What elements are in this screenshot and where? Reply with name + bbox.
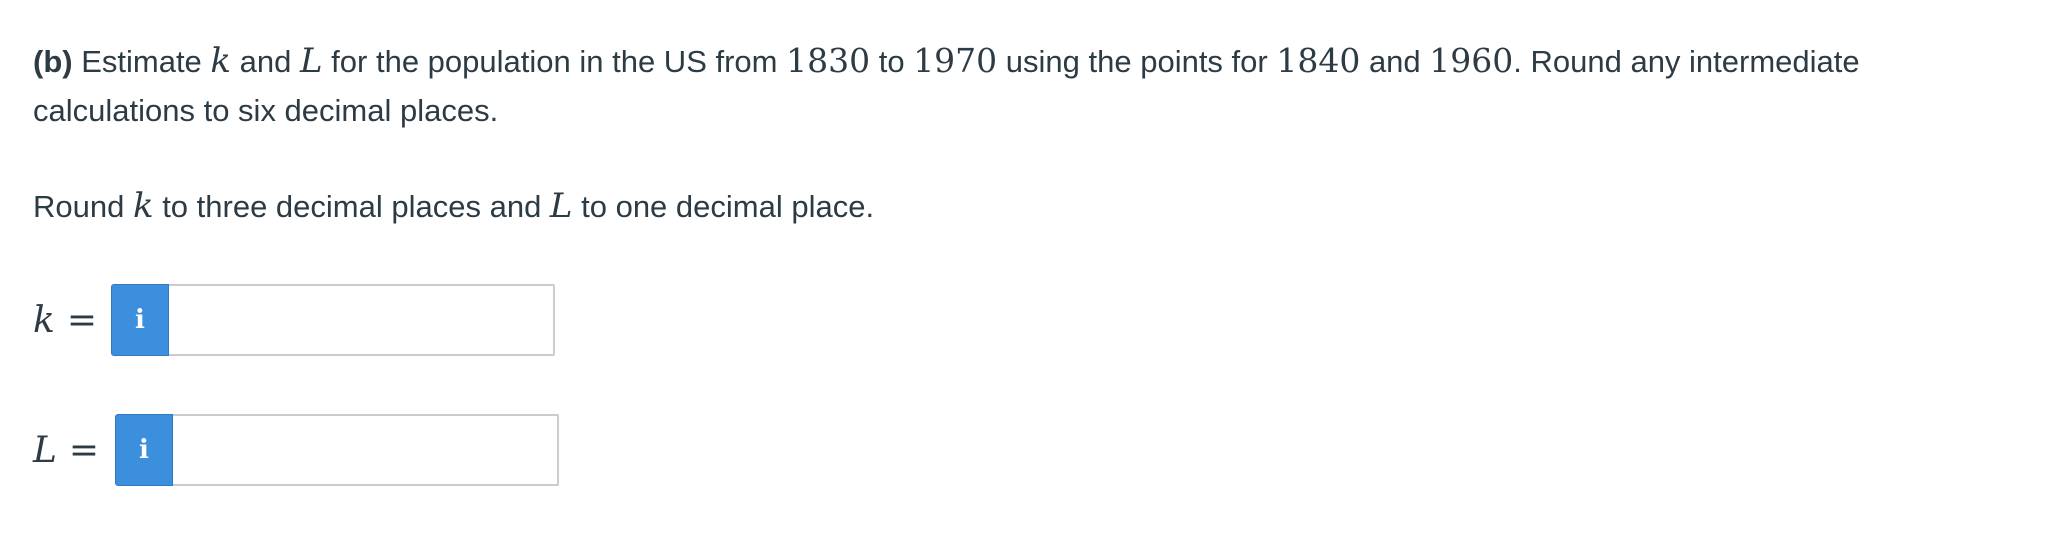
variable-name: k [33,299,55,341]
math-year: 1960 [1429,41,1514,80]
equals-sign: = [66,299,97,341]
equals-sign: = [68,429,100,471]
text-segment: using the points for [997,44,1277,79]
variable-name: L [33,429,57,471]
info-icon[interactable]: i [111,284,169,356]
math-year: 1840 [1276,41,1361,80]
text-segment: Round [33,189,133,224]
math-variable-k: k [210,41,232,81]
math-variable-k: k [132,186,154,226]
text-segment: and [1360,44,1430,79]
L-answer-input[interactable] [173,414,559,486]
question-content: (b) Estimate k and L for the population … [33,36,2023,231]
info-icon-glyph: i [139,435,149,465]
math-variable-L: L [299,41,323,81]
info-icon-glyph: i [135,305,145,335]
part-label: (b) [33,44,73,79]
answer-label-k: k = [33,300,111,341]
math-variable-L: L [549,186,573,226]
rounding-instructions: Round k to three decimal places and L to… [33,182,2023,231]
text-segment: to three decimal places and [153,189,550,224]
answer-row-k: k = i [33,283,555,357]
math-year: 1970 [913,41,998,80]
text-segment: to one decimal place. [572,189,875,224]
answer-row-L: L = i [33,413,559,487]
math-year: 1830 [786,41,871,80]
text-segment: for the population in the US from [322,44,787,79]
k-answer-input[interactable] [169,284,555,356]
question-instructions: (b) Estimate k and L for the population … [33,36,2023,135]
info-icon[interactable]: i [115,414,173,486]
text-segment: and [231,44,300,79]
answer-label-L: L = [33,430,115,471]
text-segment: Estimate [72,44,211,79]
text-segment: to [870,44,914,79]
